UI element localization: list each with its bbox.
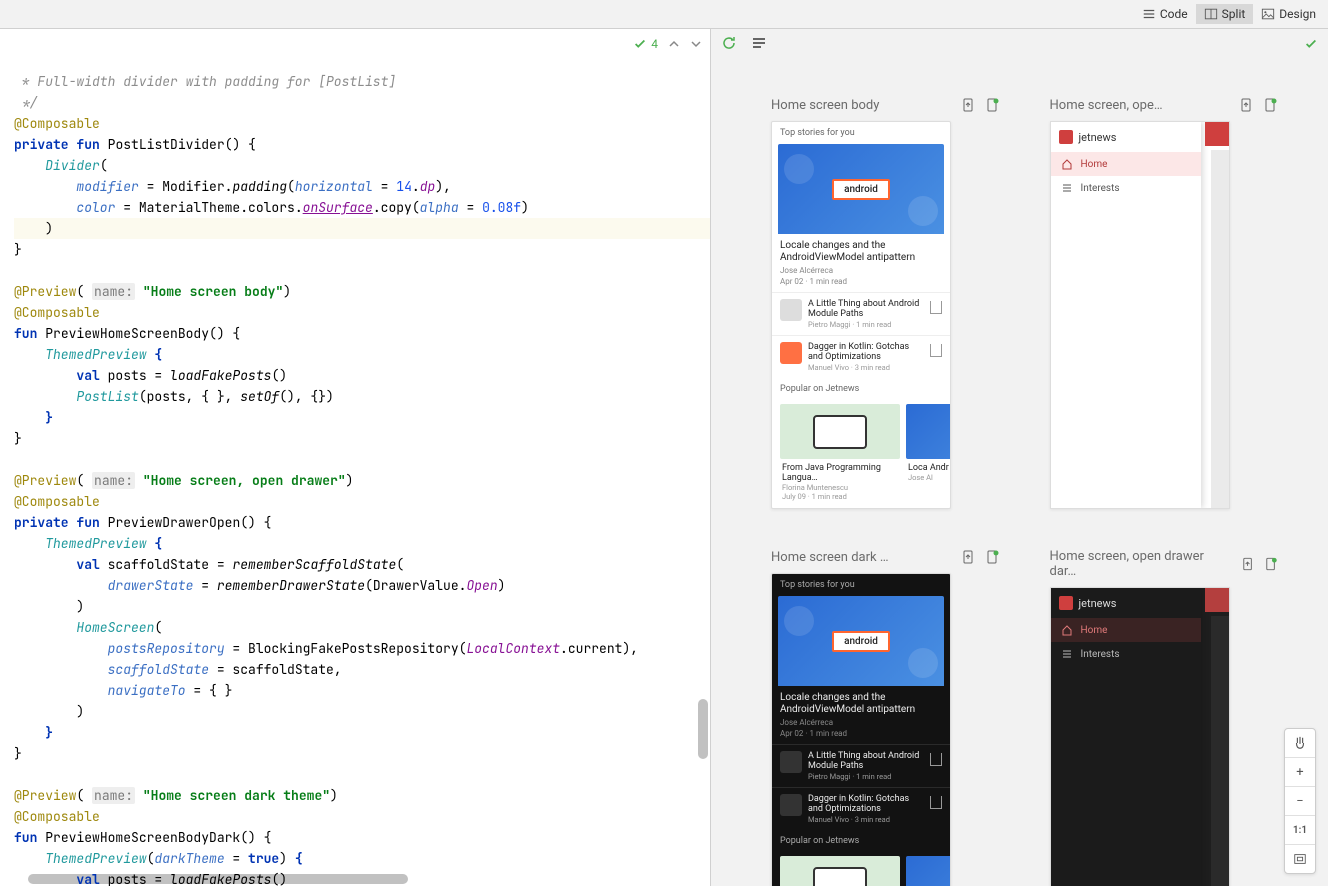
refresh-icon[interactable] xyxy=(721,35,737,51)
logo-icon xyxy=(1059,130,1073,144)
code-line: * Full-width divider with padding for [P… xyxy=(14,73,396,90)
zoom-out-button[interactable]: − xyxy=(1285,787,1315,816)
preview-frame[interactable]: jetnews Home Interests xyxy=(1050,121,1230,509)
bookmark-icon xyxy=(930,301,942,314)
interactive-icon[interactable] xyxy=(984,97,1000,113)
chevron-up-icon[interactable] xyxy=(668,38,680,50)
section-title: Top stories for you xyxy=(772,122,950,140)
deploy-icon[interactable] xyxy=(960,97,976,113)
preview-home-body-dark: Home screen dark … Top stories for you a… xyxy=(771,549,1000,886)
preview-drawer-light: Home screen, ope… jetnews Home xyxy=(1050,97,1279,509)
interactive-icon[interactable] xyxy=(1262,97,1278,113)
code-editor[interactable]: 4 * Full-width divider with padding for … xyxy=(14,29,710,886)
drawer-item-interests: Interests xyxy=(1051,176,1201,200)
zoom-reset-button[interactable]: 1:1 xyxy=(1285,816,1315,845)
preview-title: Home screen, open drawer dar… xyxy=(1050,549,1224,579)
split-icon xyxy=(1204,7,1218,21)
deploy-icon[interactable] xyxy=(960,549,976,565)
preview-frame[interactable]: Top stories for you android Locale chang… xyxy=(771,573,951,886)
preview-title: Home screen body xyxy=(771,98,879,113)
list-icon xyxy=(1142,7,1156,21)
pan-button[interactable] xyxy=(1285,729,1315,758)
inspection-count[interactable]: 4 xyxy=(633,37,658,51)
preview-toolbar xyxy=(711,29,1328,57)
bookmark-icon xyxy=(930,344,942,357)
android-badge: android xyxy=(832,179,890,200)
mode-design-label: Design xyxy=(1279,7,1316,21)
mode-split[interactable]: Split xyxy=(1196,4,1254,24)
deploy-icon[interactable] xyxy=(1238,97,1254,113)
editor-gutter xyxy=(0,29,14,886)
home-icon xyxy=(1061,158,1073,170)
code-line: @Composable xyxy=(14,115,100,132)
mode-code[interactable]: Code xyxy=(1134,4,1196,24)
preview-title: Home screen dark … xyxy=(771,550,889,565)
settings-icon[interactable] xyxy=(751,35,767,51)
preview-frame[interactable]: Top stories for you android Locale chang… xyxy=(771,121,951,509)
zoom-controls: + − 1:1 xyxy=(1284,728,1316,874)
status-ok-icon xyxy=(1304,37,1318,55)
preview-panel: Home screen body Top stories for you and… xyxy=(710,29,1328,886)
view-mode-bar: Code Split Design xyxy=(0,0,1328,29)
preview-frame[interactable]: jetnews Home Interests xyxy=(1050,587,1230,886)
image-icon xyxy=(1261,7,1275,21)
check-icon xyxy=(633,37,647,51)
section-title: Popular on Jetnews xyxy=(772,378,950,396)
preview-title: Home screen, ope… xyxy=(1050,98,1163,113)
list-icon xyxy=(1061,182,1073,194)
interactive-icon[interactable] xyxy=(1263,556,1278,572)
mode-split-label: Split xyxy=(1222,7,1246,21)
deploy-icon[interactable] xyxy=(1240,556,1255,572)
code-line: */ xyxy=(14,94,37,111)
hero-title: Locale changes and the AndroidViewModel … xyxy=(780,240,942,264)
mode-code-label: Code xyxy=(1160,7,1188,21)
brand-label: jetnews xyxy=(1079,131,1117,144)
mode-design[interactable]: Design xyxy=(1253,4,1324,24)
drawer-item-home: Home xyxy=(1051,152,1201,176)
chevron-down-icon[interactable] xyxy=(690,38,702,50)
preview-drawer-dark: Home screen, open drawer dar… jetnews Ho… xyxy=(1050,549,1279,886)
zoom-fit-button[interactable] xyxy=(1285,845,1315,873)
zoom-in-button[interactable]: + xyxy=(1285,758,1315,787)
interactive-icon[interactable] xyxy=(984,549,1000,565)
preview-home-body: Home screen body Top stories for you and… xyxy=(771,97,1000,509)
